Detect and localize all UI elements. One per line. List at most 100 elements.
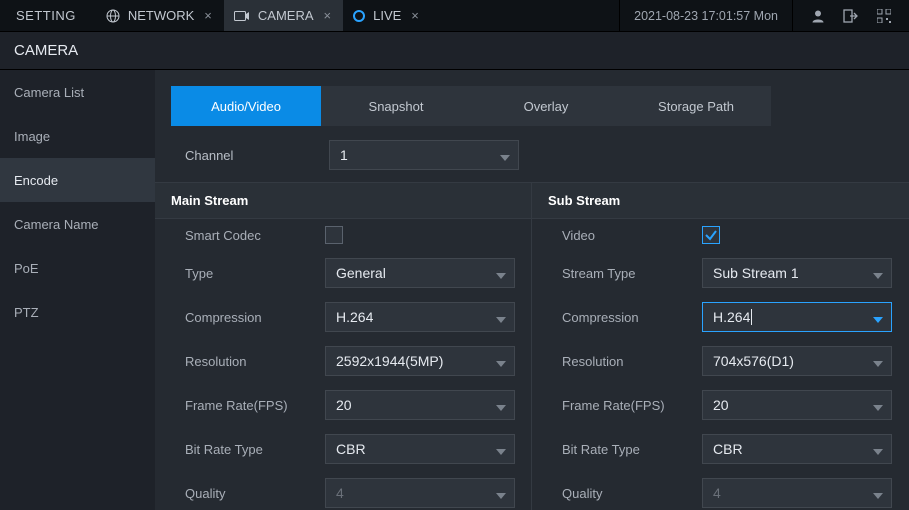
sub-compression-row: Compression H.264 [532,295,909,339]
camera-icon [234,10,250,22]
sidebar-item-camera-list[interactable]: Camera List [0,70,155,114]
user-icon[interactable] [811,9,825,23]
qr-icon[interactable] [877,9,891,23]
video-label: Video [562,228,702,243]
chevron-down-icon [496,444,506,460]
select-value: 2592x1944(5MP) [336,353,443,369]
chevron-down-icon [873,312,883,328]
subtab-overlay[interactable]: Overlay [471,86,621,126]
main-fps-row: Frame Rate(FPS) 20 [155,383,531,427]
sub-stream-panel: Sub Stream Video Stream Type Sub Stream … [532,182,909,510]
sidebar: Camera List Image Encode Camera Name PoE… [0,70,155,510]
main-resolution-row: Resolution 2592x1944(5MP) [155,339,531,383]
main-bitratetype-select[interactable]: CBR [325,434,515,464]
bitratetype-label: Bit Rate Type [562,442,702,457]
text-caret [751,309,752,325]
select-value: CBR [336,441,366,457]
sidebar-item-poe[interactable]: PoE [0,246,155,290]
select-value: 20 [713,397,729,413]
topbar-tabs: NETWORK × CAMERA × LIVE × [96,0,431,31]
tab-network[interactable]: NETWORK × [96,0,224,31]
chevron-down-icon [496,356,506,372]
sub-resolution-select[interactable]: 704x576(D1) [702,346,892,376]
quality-label: Quality [185,486,325,501]
tab-label: CAMERA [258,8,314,23]
resolution-label: Resolution [185,354,325,369]
chevron-down-icon [873,488,883,504]
tab-live[interactable]: LIVE × [343,0,431,31]
main-smart-codec-row: Smart Codec [155,219,531,251]
subtab-audio-video[interactable]: Audio/Video [171,86,321,126]
sub-compression-select[interactable]: H.264 [702,302,892,332]
sub-video-row: Video [532,219,909,251]
compression-label: Compression [185,310,325,325]
circle-icon [353,10,365,22]
sub-bitratetype-select[interactable]: CBR [702,434,892,464]
select-value: 20 [336,397,352,413]
select-value: 4 [713,485,721,501]
close-icon[interactable]: × [409,8,421,23]
select-value: H.264 [713,309,750,325]
tab-camera[interactable]: CAMERA × [224,0,343,31]
layout: Camera List Image Encode Camera Name PoE… [0,70,909,510]
sub-bitratetype-row: Bit Rate Type CBR [532,427,909,471]
sub-streamtype-row: Stream Type Sub Stream 1 [532,251,909,295]
select-value: General [336,265,386,281]
topbar-spacer [431,0,619,31]
topbar-setting[interactable]: SETTING [0,0,96,31]
chevron-down-icon [496,488,506,504]
clock: 2021-08-23 17:01:57 Mon [619,0,792,31]
chevron-down-icon [873,356,883,372]
sidebar-item-ptz[interactable]: PTZ [0,290,155,334]
main-resolution-select[interactable]: 2592x1944(5MP) [325,346,515,376]
topbar: SETTING NETWORK × CAMERA × LIVE × 2021-0… [0,0,909,32]
sub-stream-header: Sub Stream [532,183,909,219]
sidebar-item-image[interactable]: Image [0,114,155,158]
sidebar-item-encode[interactable]: Encode [0,158,155,202]
chevron-down-icon [496,312,506,328]
subtab-snapshot[interactable]: Snapshot [321,86,471,126]
globe-icon [106,9,120,23]
logout-icon[interactable] [843,9,859,23]
quality-label: Quality [562,486,702,501]
subtabs: Audio/Video Snapshot Overlay Storage Pat… [155,70,909,136]
resolution-label: Resolution [562,354,702,369]
tab-label: NETWORK [128,8,194,23]
fps-label: Frame Rate(FPS) [562,398,702,413]
smart-codec-checkbox[interactable] [325,226,343,244]
main-compression-select[interactable]: H.264 [325,302,515,332]
chevron-down-icon [496,268,506,284]
sidebar-item-camera-name[interactable]: Camera Name [0,202,155,246]
channel-value: 1 [340,147,348,163]
chevron-down-icon [500,150,510,166]
main-quality-select[interactable]: 4 [325,478,515,508]
select-value: 4 [336,485,344,501]
video-checkbox[interactable] [702,226,720,244]
sub-streamtype-select[interactable]: Sub Stream 1 [702,258,892,288]
tab-label: LIVE [373,8,401,23]
channel-select[interactable]: 1 [329,140,519,170]
select-value: Sub Stream 1 [713,265,799,281]
main-fps-select[interactable]: 20 [325,390,515,420]
chevron-down-icon [873,400,883,416]
chevron-down-icon [873,444,883,460]
select-value: 704x576(D1) [713,353,794,369]
main-bitratetype-row: Bit Rate Type CBR [155,427,531,471]
close-icon[interactable]: × [322,8,334,23]
select-value: CBR [713,441,743,457]
main-type-select[interactable]: General [325,258,515,288]
sub-fps-row: Frame Rate(FPS) 20 [532,383,909,427]
chevron-down-icon [496,400,506,416]
subtab-storage-path[interactable]: Storage Path [621,86,771,126]
sub-fps-select[interactable]: 20 [702,390,892,420]
page-title: CAMERA [0,32,909,70]
select-value: H.264 [336,309,373,325]
channel-row: Channel 1 [155,136,909,182]
channel-label: Channel [185,148,315,163]
content: Audio/Video Snapshot Overlay Storage Pat… [155,70,909,510]
main-compression-row: Compression H.264 [155,295,531,339]
smart-codec-label: Smart Codec [185,228,325,243]
fps-label: Frame Rate(FPS) [185,398,325,413]
close-icon[interactable]: × [202,8,214,23]
sub-quality-select[interactable]: 4 [702,478,892,508]
